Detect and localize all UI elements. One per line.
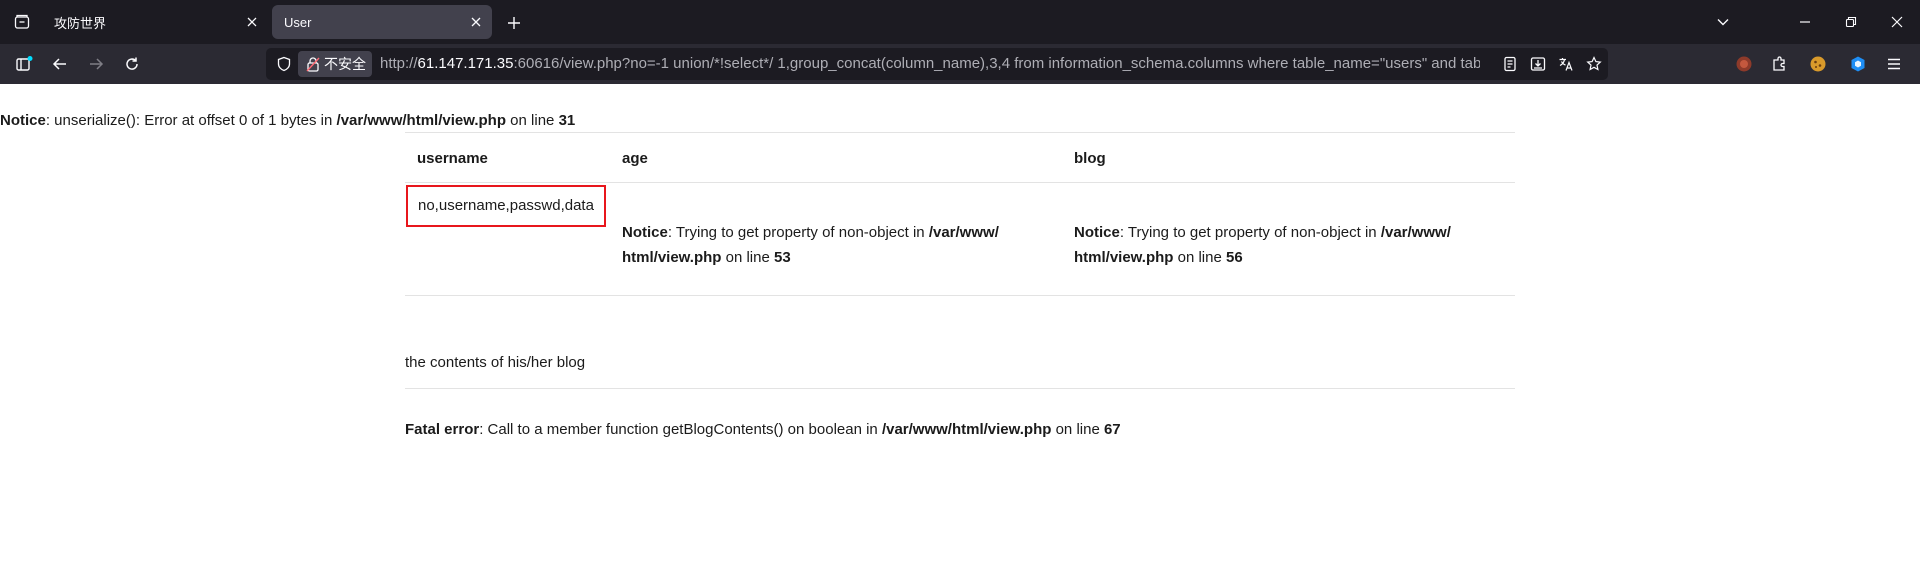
notice-text: : Trying to get property of non-object i… bbox=[1119, 224, 1381, 241]
tab-close-button[interactable] bbox=[242, 12, 262, 32]
notice-label: Notice bbox=[622, 224, 668, 241]
forward-button[interactable] bbox=[82, 50, 110, 78]
shield-icon bbox=[277, 56, 291, 72]
notice-text: : unserialize(): Error at offset 0 of 1 … bbox=[45, 112, 337, 129]
plus-icon bbox=[508, 17, 520, 29]
list-all-tabs-button[interactable] bbox=[1700, 0, 1746, 44]
restore-button[interactable] bbox=[1828, 0, 1874, 44]
address-bar[interactable]: 不安全 http://61.147.171.35:60616/view.php?… bbox=[266, 48, 1608, 80]
cube-icon bbox=[1851, 56, 1865, 72]
fatal-error: Fatal error: Call to a member function g… bbox=[405, 421, 1121, 438]
divider bbox=[405, 132, 1515, 133]
cookie-icon bbox=[1810, 56, 1826, 72]
reload-button[interactable] bbox=[118, 50, 146, 78]
cookie-extension-button[interactable] bbox=[1808, 54, 1828, 74]
window-close-button[interactable] bbox=[1874, 0, 1920, 44]
sidebar-icon bbox=[16, 56, 33, 71]
fatal-label: Fatal error bbox=[405, 421, 480, 438]
notice-line-number: 31 bbox=[558, 112, 576, 129]
tracking-protection-button[interactable] bbox=[274, 54, 294, 74]
url-host: 61.147.171.35 bbox=[417, 55, 514, 72]
notice-label: Notice bbox=[0, 112, 46, 129]
notice-path-cont: html/view.php bbox=[622, 249, 722, 266]
notice-line-number: 56 bbox=[1226, 249, 1243, 266]
fatal-on-line: on line bbox=[1051, 421, 1104, 438]
url-text[interactable]: http://61.147.171.35:60616/view.php?no=-… bbox=[380, 48, 1480, 80]
notice-unserialize: Notice: unserialize(): Error at offset 0… bbox=[0, 112, 575, 129]
notice-on-line: on line bbox=[1173, 249, 1226, 266]
minimize-icon bbox=[1800, 21, 1810, 23]
highlighted-username-cell: no,username,passwd,data bbox=[406, 185, 606, 227]
divider bbox=[405, 388, 1515, 389]
extension-icon bbox=[1736, 56, 1752, 72]
notice-text: : Trying to get property of non-object i… bbox=[667, 224, 929, 241]
blog-cell-notice: Notice: Trying to get property of non-ob… bbox=[1074, 220, 1451, 270]
notice-on-line: on line bbox=[506, 112, 559, 129]
tab-title: User bbox=[284, 14, 312, 30]
cube-extension-button[interactable] bbox=[1848, 54, 1868, 74]
star-icon bbox=[1586, 56, 1602, 71]
security-label: 不安全 bbox=[324, 56, 366, 72]
fatal-line-number: 67 bbox=[1103, 421, 1121, 438]
notice-line-number: 53 bbox=[774, 249, 791, 266]
close-icon bbox=[471, 17, 481, 27]
page-content: Notice: unserialize(): Error at offset 0… bbox=[0, 84, 1920, 584]
notice-label: Notice bbox=[1074, 224, 1120, 241]
fatal-text: : Call to a member function getBlogConte… bbox=[479, 421, 882, 438]
save-page-button[interactable] bbox=[1528, 54, 1548, 74]
extensions-button[interactable] bbox=[1770, 54, 1790, 74]
divider bbox=[405, 182, 1515, 183]
tab-list-button[interactable] bbox=[8, 8, 36, 36]
arrow-left-icon bbox=[52, 58, 66, 70]
lock-insecure-icon bbox=[306, 57, 320, 72]
reader-view-button[interactable] bbox=[1500, 54, 1520, 74]
back-button[interactable] bbox=[46, 50, 74, 78]
tab-list-icon bbox=[14, 14, 30, 29]
fatal-path: /var/www/html/view.php bbox=[881, 421, 1052, 438]
age-cell-notice: Notice: Trying to get property of non-ob… bbox=[622, 220, 999, 270]
tab-title: 攻防世界 bbox=[54, 15, 107, 31]
reload-icon bbox=[126, 57, 138, 70]
download-tray-icon bbox=[1530, 57, 1546, 71]
restore-icon bbox=[1845, 16, 1857, 28]
column-header-username: username bbox=[417, 150, 488, 167]
column-header-blog: blog bbox=[1074, 150, 1106, 167]
close-icon bbox=[1891, 16, 1903, 28]
extension-avatar-button[interactable] bbox=[1734, 54, 1754, 74]
translate-icon bbox=[1559, 58, 1573, 71]
divider bbox=[405, 295, 1515, 296]
site-security-badge[interactable]: 不安全 bbox=[298, 51, 372, 77]
minimize-button[interactable] bbox=[1782, 0, 1828, 44]
arrow-right-icon bbox=[90, 58, 104, 70]
url-path: :60616/view.php?no=-1 union/*!select*/ 1… bbox=[513, 55, 1480, 72]
notice-on-line: on line bbox=[721, 249, 774, 266]
app-menu-button[interactable] bbox=[1884, 54, 1904, 74]
close-icon bbox=[247, 17, 257, 27]
tab-close-button[interactable] bbox=[466, 12, 486, 32]
chevron-down-icon bbox=[1717, 19, 1729, 26]
new-tab-button[interactable] bbox=[500, 9, 528, 37]
tab-strip: 攻防世界 User bbox=[0, 0, 1920, 44]
reader-view-icon bbox=[1504, 56, 1516, 72]
puzzle-icon bbox=[1773, 56, 1785, 71]
notice-path: /var/www/html/view.php bbox=[336, 112, 507, 129]
notice-path: /var/www/ bbox=[1380, 224, 1451, 241]
tab-gongfang[interactable]: 攻防世界 bbox=[42, 5, 268, 39]
sidebar-toggle-button[interactable] bbox=[10, 50, 38, 78]
bookmark-star-button[interactable] bbox=[1584, 54, 1604, 74]
notice-path-cont: html/view.php bbox=[1074, 249, 1174, 266]
hamburger-menu-icon bbox=[1888, 58, 1900, 70]
notice-path: /var/www/ bbox=[928, 224, 999, 241]
tab-user[interactable]: User bbox=[272, 5, 492, 39]
navigation-toolbar: 不安全 http://61.147.171.35:60616/view.php?… bbox=[0, 44, 1920, 84]
username-value: no,username,passwd,data bbox=[418, 197, 594, 214]
translate-button[interactable] bbox=[1556, 54, 1576, 74]
blog-caption: the contents of his/her blog bbox=[405, 354, 586, 371]
url-prefix: http:// bbox=[380, 55, 418, 72]
column-header-age: age bbox=[622, 150, 648, 167]
